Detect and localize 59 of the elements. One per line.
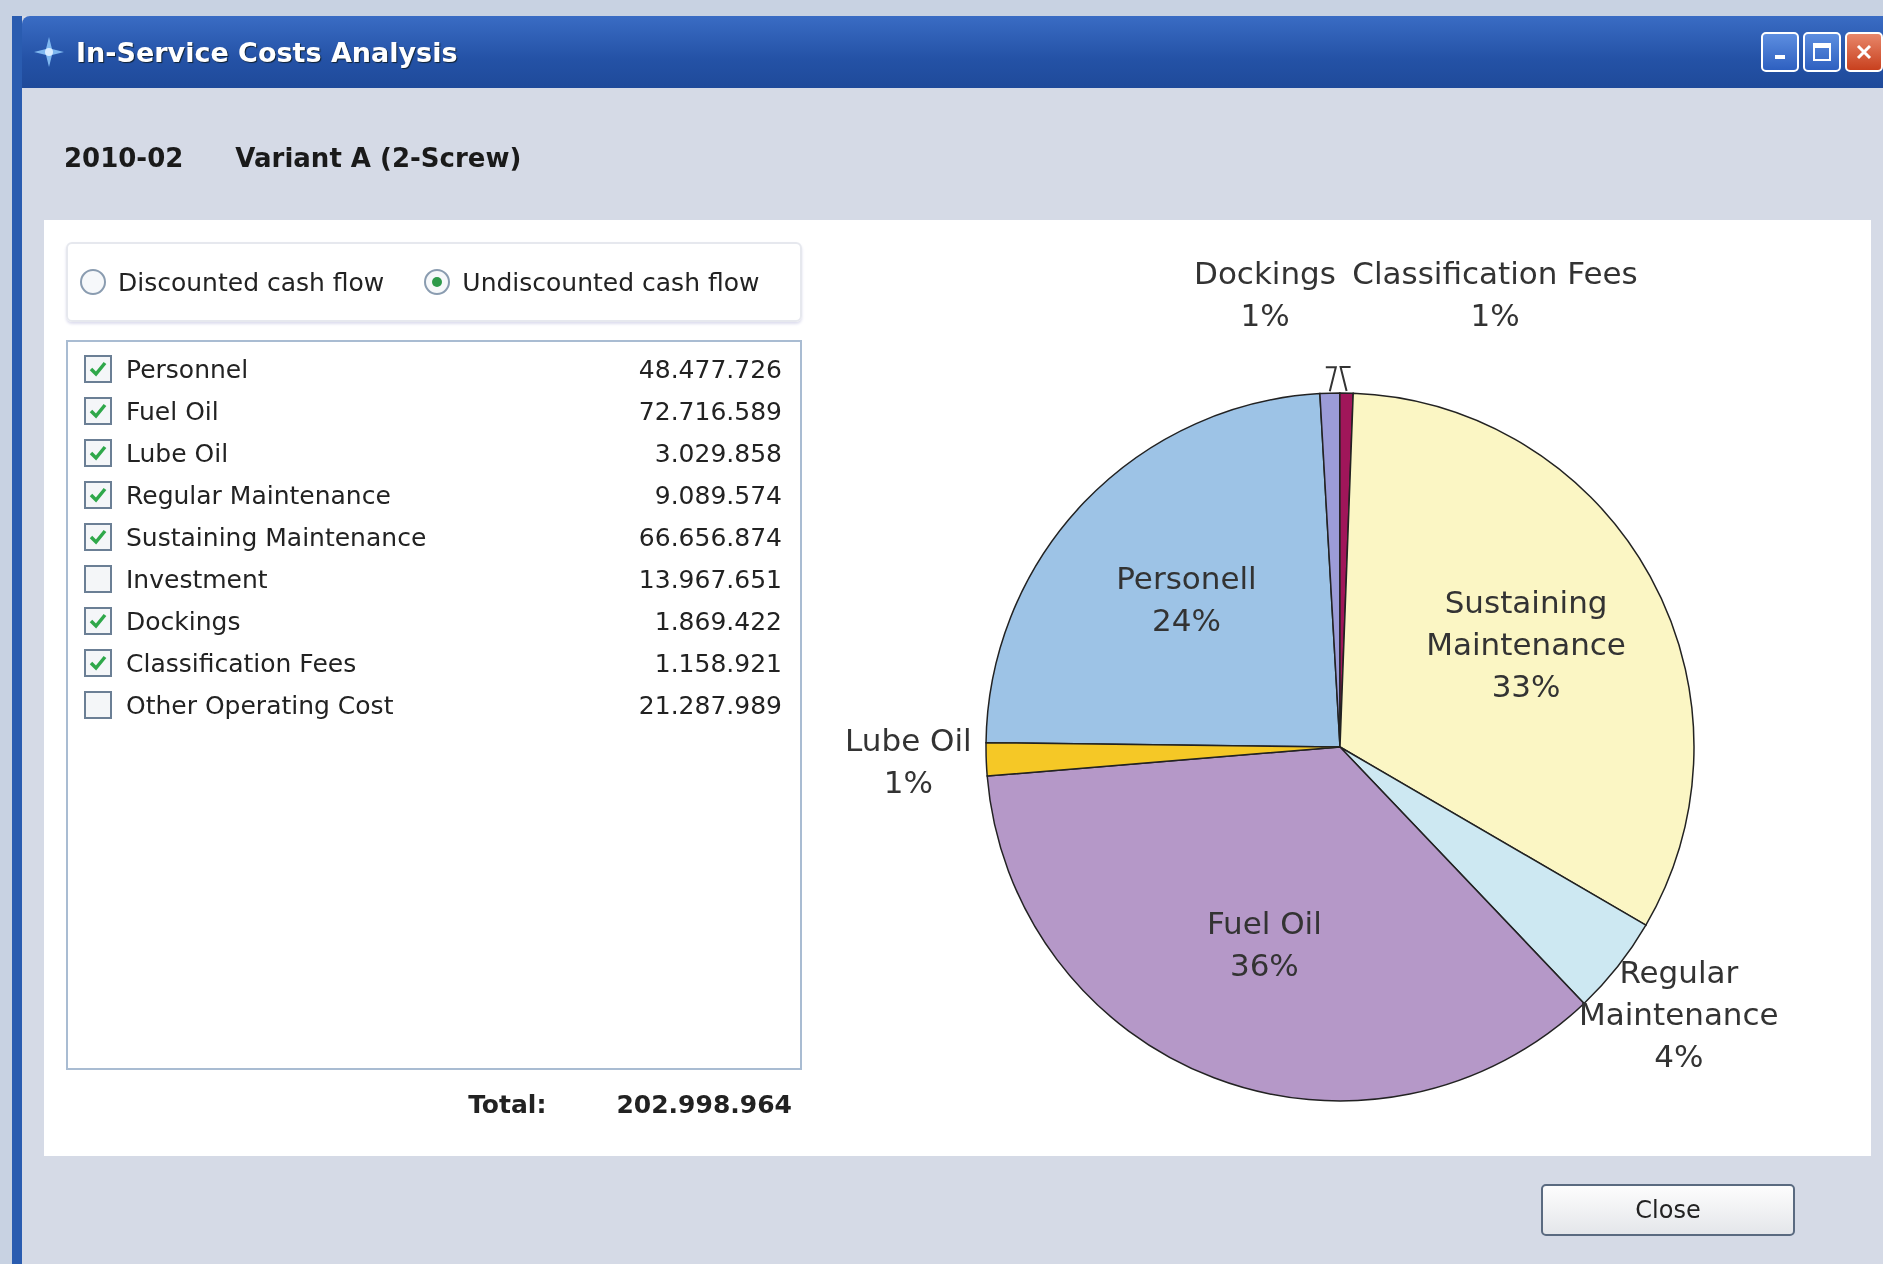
date-label: 2010-02: [64, 143, 184, 173]
total-label: Total:: [468, 1090, 547, 1119]
close-button[interactable]: Close: [1541, 1184, 1795, 1236]
window-title: In-Service Costs Analysis: [76, 36, 459, 68]
check-icon: [88, 359, 108, 379]
cost-item-value: 66.656.874: [638, 522, 782, 552]
cost-item-value: 1.869.422: [654, 606, 782, 636]
radio-option[interactable]: Undiscounted cash flow: [424, 267, 760, 297]
cost-item-value: 1.158.921: [654, 648, 782, 678]
slice-label: Personell 24%: [1116, 560, 1257, 639]
cost-item-value: 21.287.989: [638, 690, 782, 720]
close-icon: [1854, 42, 1874, 62]
radio-option[interactable]: Discounted cash flow: [80, 267, 385, 297]
cost-item-name: Lube Oil: [126, 438, 230, 468]
checkbox[interactable]: [84, 355, 112, 383]
checkbox[interactable]: [84, 439, 112, 467]
slice-label: Classification Fees 1%: [1352, 255, 1638, 334]
checkbox[interactable]: [84, 607, 112, 635]
variant-label: Variant A (2-Screw): [235, 143, 522, 173]
check-icon: [88, 527, 108, 547]
cost-item-name: Classification Fees: [126, 648, 358, 678]
cost-item-name: Personnel: [126, 354, 250, 384]
cost-item-name: Fuel Oil: [126, 396, 220, 426]
cost-item-name: Other Operating Cost: [126, 690, 395, 720]
leader-line: [1339, 366, 1352, 393]
check-icon: [88, 653, 108, 673]
cost-item-name: Investment: [126, 564, 269, 594]
cost-item-value: 9.089.574: [654, 480, 782, 510]
checkbox[interactable]: [84, 523, 112, 551]
cost-item-name: Sustaining Maintenance: [126, 522, 428, 552]
cost-item-value: 48.477.726: [638, 354, 782, 384]
checkbox[interactable]: [84, 397, 112, 425]
slice-label: Fuel Oil 36%: [1206, 905, 1322, 984]
checkbox[interactable]: [84, 481, 112, 509]
check-icon: [88, 443, 108, 463]
leader-line: [1324, 366, 1338, 393]
minimize-icon: [1775, 55, 1785, 59]
maximize-icon: [1812, 42, 1832, 62]
close-window-button[interactable]: [1845, 32, 1883, 72]
slice-label: Regular Maintenance 4%: [1579, 953, 1779, 1074]
slice-label: Sustaining Maintenance 33%: [1426, 583, 1626, 704]
checkbox[interactable]: [84, 649, 112, 677]
radio-button[interactable]: [424, 269, 451, 295]
check-icon: [88, 611, 108, 631]
maximize-button[interactable]: [1803, 32, 1841, 72]
cost-item-name: Dockings: [126, 606, 242, 636]
cost-item-name: Regular Maintenance: [126, 480, 392, 510]
checkbox[interactable]: [84, 691, 112, 719]
cost-item-value: 3.029.858: [654, 438, 782, 468]
check-icon: [88, 485, 108, 505]
total-value: 202.998.964: [616, 1090, 792, 1119]
slice-label: Dockings 1%: [1194, 255, 1336, 334]
slice-label: Lube Oil 1%: [845, 722, 972, 801]
radio-button[interactable]: [80, 269, 106, 295]
cost-item-value: 13.967.651: [638, 564, 782, 594]
minimize-button[interactable]: [1761, 32, 1799, 72]
check-icon: [88, 401, 108, 421]
checkbox[interactable]: [84, 565, 112, 593]
cost-item-value: 72.716.589: [638, 396, 782, 426]
